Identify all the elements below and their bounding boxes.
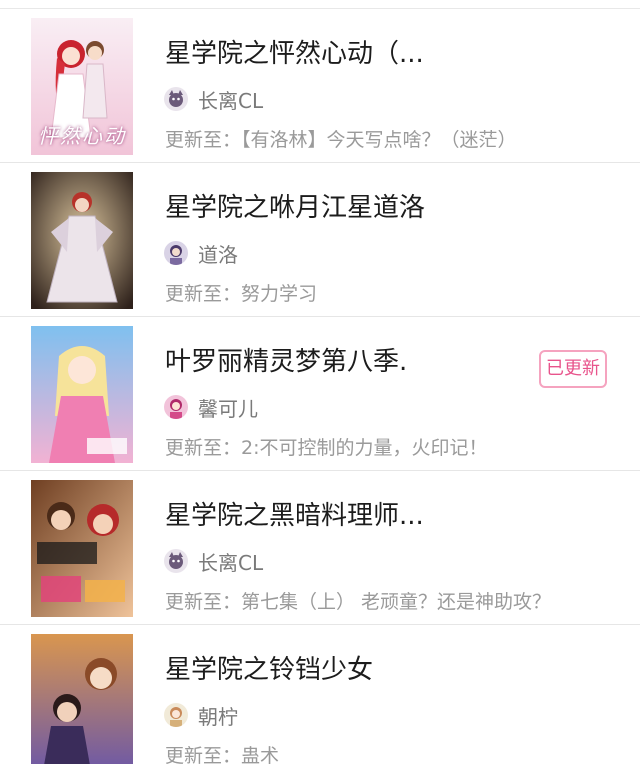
book-cover[interactable] bbox=[31, 634, 133, 764]
book-title[interactable]: 星学院之怦然心动（... bbox=[165, 33, 424, 70]
update-prefix: 更新至： bbox=[165, 745, 242, 764]
update-text: 【有洛林】今天写点啥？（迷茫） bbox=[241, 129, 517, 151]
update-info: 更新至：努力学习 bbox=[165, 279, 317, 306]
list-item[interactable]: 星学院之铃铛少女 朝柠 更新至：蛊术 bbox=[0, 625, 640, 764]
list-item[interactable]: 星学院之黑暗料理师... 长离CL 更新至：第七集（上） 老顽童？还是神助攻？ bbox=[0, 471, 640, 625]
author-name: 长离CL bbox=[198, 550, 264, 575]
list-item[interactable]: 怦然心动 星学院之怦然心动（... 长离CL 更新至：【有洛林】今天写点啥？（迷… bbox=[0, 9, 640, 163]
update-info: 更新至：2:不可控制的力量，火印记！ bbox=[165, 433, 488, 460]
cover-art-icon bbox=[31, 172, 133, 309]
list-item[interactable]: 星学院之咻月江星道洛 道洛 更新至：努力学习 bbox=[0, 163, 640, 317]
author-name: 馨可儿 bbox=[198, 396, 258, 421]
update-info: 更新至：【有洛林】今天写点啥？（迷茫） bbox=[165, 125, 517, 152]
book-title[interactable]: 星学院之黑暗料理师... bbox=[165, 495, 424, 532]
author-name: 长离CL bbox=[198, 88, 264, 113]
book-title[interactable]: 星学院之咻月江星道洛 bbox=[165, 187, 425, 224]
author-row[interactable]: 朝柠 bbox=[164, 701, 238, 729]
update-text: 2:不可控制的力量，火印记！ bbox=[241, 437, 488, 459]
update-prefix: 更新至： bbox=[165, 129, 242, 151]
cover-art-icon bbox=[31, 326, 133, 463]
update-prefix: 更新至： bbox=[165, 437, 242, 459]
book-list: 怦然心动 星学院之怦然心动（... 长离CL 更新至：【有洛林】今天写点啥？（迷… bbox=[0, 0, 640, 764]
cover-art-icon bbox=[31, 480, 133, 617]
character-avatar-icon bbox=[164, 395, 188, 419]
update-info: 更新至：第七集（上） 老顽童？还是神助攻？ bbox=[165, 587, 551, 614]
cat-avatar-icon bbox=[164, 549, 188, 573]
update-text: 第七集（上） 老顽童？还是神助攻？ bbox=[241, 591, 552, 613]
book-title[interactable]: 星学院之铃铛少女 bbox=[165, 649, 373, 686]
cat-avatar-icon bbox=[164, 87, 188, 111]
author-row[interactable]: 长离CL bbox=[164, 85, 263, 113]
book-cover[interactable] bbox=[31, 480, 133, 617]
author-row[interactable]: 长离CL bbox=[164, 547, 263, 575]
book-cover[interactable]: 怦然心动 bbox=[31, 18, 133, 155]
book-cover[interactable] bbox=[31, 326, 133, 463]
book-title[interactable]: 叶罗丽精灵梦第八季. bbox=[165, 341, 407, 378]
author-row[interactable]: 道洛 bbox=[164, 239, 238, 267]
update-prefix: 更新至： bbox=[165, 283, 242, 305]
update-prefix: 更新至： bbox=[165, 591, 242, 613]
update-info: 更新至：蛊术 bbox=[165, 741, 279, 764]
updated-badge: 已更新 bbox=[539, 350, 607, 388]
cover-title: 怦然心动 bbox=[38, 124, 126, 148]
list-item[interactable]: 叶罗丽精灵梦第八季. 已更新 馨可儿 更新至：2:不可控制的力量，火印记！ bbox=[0, 317, 640, 471]
update-text: 努力学习 bbox=[241, 283, 318, 305]
cover-art-icon bbox=[31, 634, 133, 764]
character-avatar-icon bbox=[164, 241, 188, 265]
character-avatar-icon bbox=[164, 703, 188, 727]
author-row[interactable]: 馨可儿 bbox=[164, 393, 258, 421]
author-name: 道洛 bbox=[198, 242, 238, 267]
author-name: 朝柠 bbox=[198, 704, 238, 729]
book-cover[interactable] bbox=[31, 172, 133, 309]
update-text: 蛊术 bbox=[241, 745, 280, 764]
